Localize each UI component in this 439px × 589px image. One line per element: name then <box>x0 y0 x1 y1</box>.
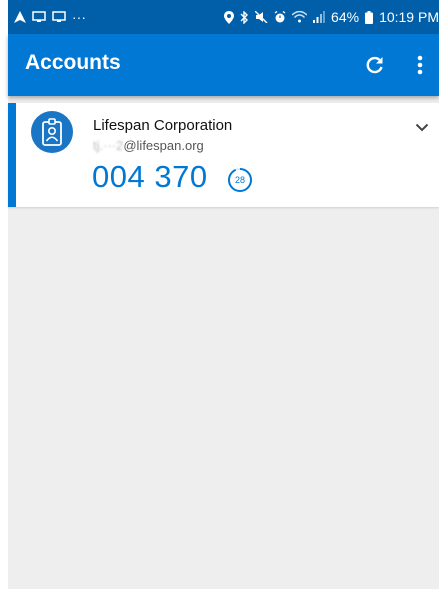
one-time-code[interactable]: 004 370 <box>92 159 208 195</box>
cast-icon <box>32 11 46 23</box>
account-name: Lifespan Corporation <box>93 117 233 134</box>
account-email-domain: @lifespan.org <box>123 138 204 153</box>
mute-icon <box>255 11 268 23</box>
status-bar: ··· 64% 10:19 PM <box>8 0 439 34</box>
avatar <box>31 111 73 153</box>
chevron-down-icon <box>415 123 429 132</box>
overflow-menu-button[interactable] <box>408 50 432 80</box>
signal-icon <box>313 11 326 23</box>
more-notifications-icon: ··· <box>72 9 86 25</box>
bluetooth-icon <box>240 10 249 24</box>
battery-percent: 64% <box>331 9 360 25</box>
status-time: 10:19 PM <box>379 9 439 25</box>
app-bar: Accounts <box>8 34 439 96</box>
code-timer: 28 <box>227 167 253 193</box>
wifi-icon <box>292 11 308 23</box>
expand-account-button[interactable] <box>410 117 434 137</box>
alarm-icon <box>274 11 286 23</box>
status-bar-right: 64% 10:19 PM <box>224 9 439 25</box>
battery-icon <box>365 10 374 24</box>
refresh-icon <box>365 55 385 75</box>
location-icon <box>224 10 235 24</box>
navigation-icon <box>14 11 26 23</box>
cast-icon <box>52 11 66 23</box>
page-title: Accounts <box>25 51 121 74</box>
account-email: tj.···2@lifespan.org <box>93 138 204 153</box>
screen: ··· 64% 10:19 PM Accounts Lifespan Corpo… <box>0 0 439 589</box>
account-email-masked: tj.···2 <box>93 138 124 153</box>
refresh-button[interactable] <box>360 50 390 80</box>
timer-seconds: 28 <box>234 175 245 185</box>
status-bar-left: ··· <box>14 9 86 25</box>
account-card[interactable]: Lifespan Corporation tj.···2@lifespan.or… <box>8 103 439 207</box>
phone-display: ··· 64% 10:19 PM Accounts Lifespan Corpo… <box>8 0 439 589</box>
id-badge-icon <box>39 118 65 146</box>
more-vert-icon <box>417 55 423 75</box>
